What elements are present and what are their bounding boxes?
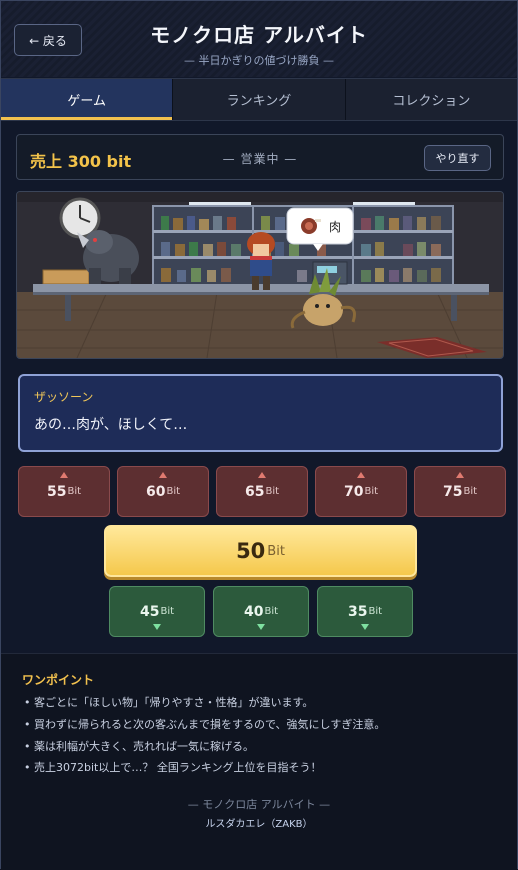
price-value: 55	[46, 483, 67, 500]
tip-item: • 売上3072bit以上で…？ 全国ランキング上位を目指そう！	[24, 761, 322, 774]
raise-price-button-70[interactable]: 70 Bit	[315, 466, 407, 517]
arrow-up-icon	[258, 472, 266, 478]
current-price-value: 50	[236, 539, 266, 563]
tab-ranking[interactable]: ランキング	[173, 79, 346, 120]
arrow-up-icon	[456, 472, 464, 478]
tip-item: • 客ごとに「ほしい物」「帰りやすさ・性格」が違います。	[24, 696, 314, 709]
price-unit: Bit	[264, 606, 279, 617]
price-value: 60	[145, 483, 166, 500]
dialog-box: ザッソーン あの…肉が、ほしくて…	[18, 374, 503, 452]
footer-app-name: — モノクロ店 アルバイト —	[187, 798, 331, 811]
arrow-down-icon	[361, 624, 369, 630]
price-unit: Bit	[160, 606, 175, 617]
shop-scene-illustration: 肉	[17, 192, 503, 358]
tip-item: • 買わずに帰られると次の客ぶんまで損をするので、強気にしすぎ注意。	[24, 718, 386, 731]
arrow-down-icon	[257, 624, 265, 630]
price-unit: Bit	[67, 486, 82, 497]
dialog-speaker: ザッソーン	[34, 390, 94, 404]
tab-bar: ゲーム ランキング コレクション	[1, 78, 517, 121]
price-unit: Bit	[166, 486, 181, 497]
footer-credit: ルスダカエレ（ZAKB）	[205, 819, 313, 830]
arrow-down-icon	[153, 624, 161, 630]
price-value: 75	[442, 483, 463, 500]
raise-price-button-55[interactable]: 55 Bit	[18, 466, 110, 517]
price-unit: Bit	[265, 486, 280, 497]
tab-collection[interactable]: コレクション	[346, 79, 517, 120]
arrow-up-icon	[357, 472, 365, 478]
retry-button[interactable]: やり直す	[424, 145, 491, 171]
current-price-button[interactable]: 50 Bit	[104, 525, 417, 577]
price-unit: Bit	[368, 606, 383, 617]
bubble-item-label: 肉	[329, 220, 341, 234]
price-value: 65	[244, 483, 265, 500]
lower-price-button-45[interactable]: 45 Bit	[109, 586, 205, 637]
raise-price-button-65[interactable]: 65 Bit	[216, 466, 308, 517]
price-value: 35	[347, 603, 368, 620]
app-frame: ← 戻る モノクロ店 アルバイト — 半日かぎりの値づけ勝負 — ゲーム ランキ…	[0, 0, 518, 870]
price-value: 40	[243, 603, 264, 620]
tab-game[interactable]: ゲーム	[1, 79, 174, 120]
page-title: モノクロ店 アルバイト	[150, 23, 368, 47]
tips-title: ワンポイント	[22, 673, 95, 687]
lower-price-button-40[interactable]: 40 Bit	[213, 586, 309, 637]
current-price-unit: Bit	[267, 543, 285, 559]
raise-price-button-60[interactable]: 60 Bit	[117, 466, 209, 517]
page-subtitle: — 半日かぎりの値づけ勝負 —	[184, 54, 334, 67]
dialog-line: あの…肉が、ほしくて…	[34, 417, 188, 433]
status-bar: 売上 300 bit — 営業中 — やり直す	[16, 134, 504, 180]
lower-price-button-35[interactable]: 35 Bit	[317, 586, 413, 637]
arrow-up-icon	[60, 472, 68, 478]
tip-item: • 薬は利幅が大きく、売れれば一気に稼げる。	[24, 740, 254, 753]
price-value: 45	[139, 603, 160, 620]
raise-price-button-75[interactable]: 75 Bit	[414, 466, 506, 517]
header: ← 戻る モノクロ店 アルバイト — 半日かぎりの値づけ勝負 —	[1, 1, 517, 77]
price-value: 70	[343, 483, 364, 500]
arrow-up-icon	[159, 472, 167, 478]
price-unit: Bit	[364, 486, 379, 497]
shop-scene: 肉	[16, 191, 504, 359]
price-unit: Bit	[463, 486, 478, 497]
